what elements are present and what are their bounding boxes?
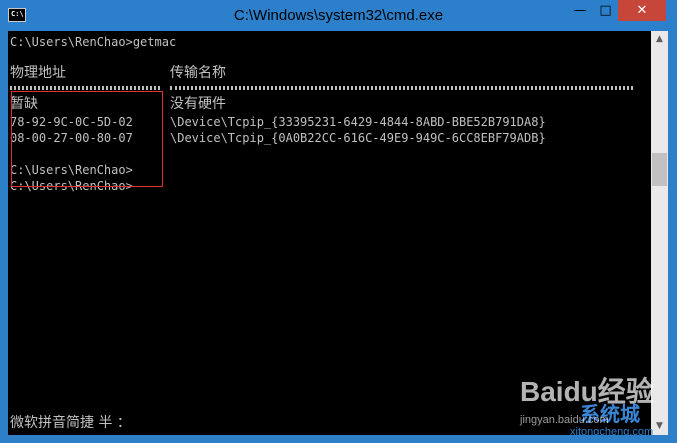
ime-status-bar: 微软拼音简捷 半 ： [10,415,131,431]
scrollbar-thumb[interactable] [652,153,667,186]
transport-row-3: \Device\Tcpip_{0A0B22CC-616C-49E9-949C-6… [170,131,546,145]
header-physical-address: 物理地址 [10,65,66,81]
separator-col1 [10,86,160,90]
minimize-button[interactable]: — [567,0,593,21]
watermark-logo: Baidu经验 系统城 jingyan.baidu.com xitongchen… [520,368,670,440]
mac-row-1: 暂缺 [10,96,38,112]
header-transport-name: 传输名称 [170,65,226,81]
jingyan-url-text: jingyan.baidu.com [520,414,609,426]
command-line: C:\Users\RenChao>getmac [10,35,177,49]
transport-row-1: 没有硬件 [170,96,226,112]
site-url-text: xitongcheng.com [570,426,654,438]
transport-row-2: \Device\Tcpip_{33395231-6429-4844-8ABD-B… [170,115,546,129]
prompt-line-2: C:\Users\RenChao> [10,179,133,193]
close-button[interactable]: ✕ [618,0,666,21]
scroll-up-arrow-icon[interactable]: ▲ [651,31,668,48]
mac-row-2: 78-92-9C-0C-5D-02 [10,115,133,129]
prompt-line-1: C:\Users\RenChao> [10,163,133,177]
mac-row-3: 08-00-27-00-80-07 [10,131,133,145]
maximize-button[interactable]: □ [593,0,618,21]
title-bar[interactable]: C:\ C:\Windows\system32\cmd.exe — □ ✕ [0,0,677,32]
separator-col2 [170,86,633,90]
cmd-window: C:\ C:\Windows\system32\cmd.exe — □ ✕ C:… [0,0,677,443]
